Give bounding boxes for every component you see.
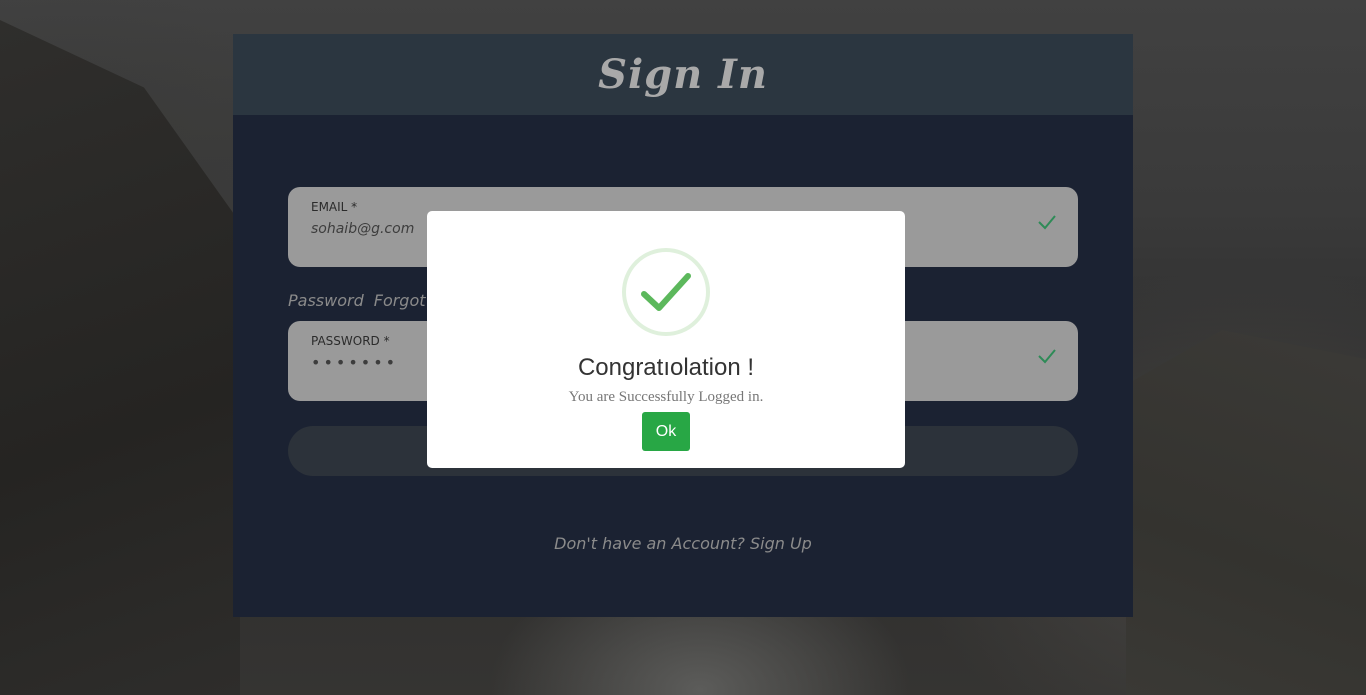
modal-title: Congratıolation ! (577, 354, 755, 381)
check-circle-icon (622, 248, 710, 336)
ok-button[interactable]: Ok (642, 412, 690, 451)
check-mark-icon (641, 273, 691, 311)
success-modal: Congratıolation ! You are Successfully L… (427, 211, 905, 468)
modal-message: You are Successfully Logged in. (568, 389, 764, 405)
